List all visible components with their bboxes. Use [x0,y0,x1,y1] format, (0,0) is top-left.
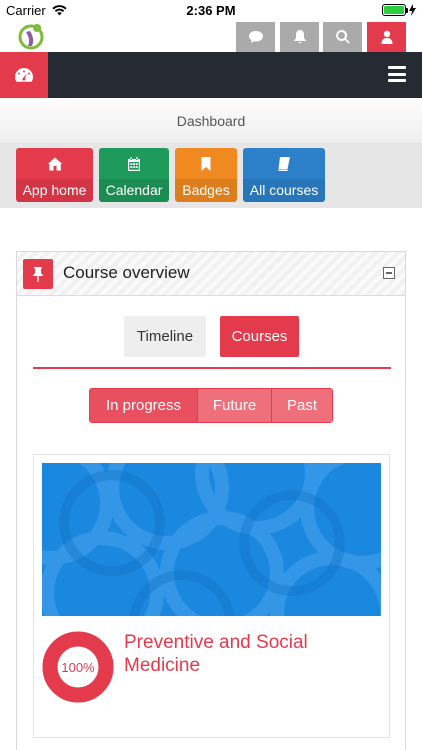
app-logo[interactable] [18,22,46,50]
calendar-label: Calendar [99,179,169,202]
course-overview-block: Course overview Timeline Courses In prog… [16,251,406,750]
view-tabs: Timeline Courses [17,316,405,357]
app-home-tile[interactable]: App home [16,148,93,202]
top-header [0,22,422,52]
message-icon [248,31,263,43]
charging-icon [409,4,416,16]
progress-ring: 100% [42,631,114,703]
app-home-label: App home [16,179,93,202]
calendar-icon [128,156,140,171]
bell-icon [293,30,306,44]
battery-icon [382,4,408,16]
all-courses-label: All courses [243,179,325,202]
calendar-tile[interactable]: Calendar [99,148,169,202]
breadcrumb: Dashboard [0,98,422,144]
course-name-link[interactable]: Preventive and Social Medicine [124,631,374,677]
home-icon [47,157,62,171]
dashboard-gauge-icon [15,68,33,82]
filter-in-progress[interactable]: In progress [90,389,197,422]
course-card[interactable]: 100% Preventive and Social Medicine [33,454,390,738]
user-icon [381,30,392,44]
filter-past[interactable]: Past [271,389,332,422]
book-icon [278,156,290,171]
tab-underline [33,367,391,369]
block-title: Course overview [63,263,190,282]
collapse-icon[interactable] [383,267,395,279]
quick-links-bar: App home Calendar Badges All courses [0,144,422,208]
pin-icon [32,267,44,282]
tab-timeline[interactable]: Timeline [124,316,206,357]
badges-tile[interactable]: Badges [175,148,237,202]
messages-button[interactable] [236,22,275,52]
course-filter: In progress Future Past [89,388,333,423]
block-header: Course overview [17,252,405,296]
hamburger-menu-icon[interactable] [388,66,406,82]
tab-courses[interactable]: Courses [220,316,299,357]
course-image[interactable] [42,463,381,616]
search-icon [335,29,350,44]
dashboard-button[interactable] [0,52,48,98]
notifications-button[interactable] [280,22,319,52]
breadcrumb-dashboard[interactable]: Dashboard [177,113,246,129]
filter-future[interactable]: Future [197,389,271,422]
clock: 2:36 PM [186,3,236,18]
status-bar: Carrier 2:36 PM [0,0,422,22]
navigation-bar [0,52,422,98]
search-button[interactable] [323,22,362,52]
user-menu-button[interactable] [367,22,406,52]
badges-label: Badges [175,179,237,202]
all-courses-tile[interactable]: All courses [243,148,325,202]
progress-label: 100% [61,660,95,675]
bookmark-icon [201,156,211,171]
pin-icon-badge [23,259,53,289]
